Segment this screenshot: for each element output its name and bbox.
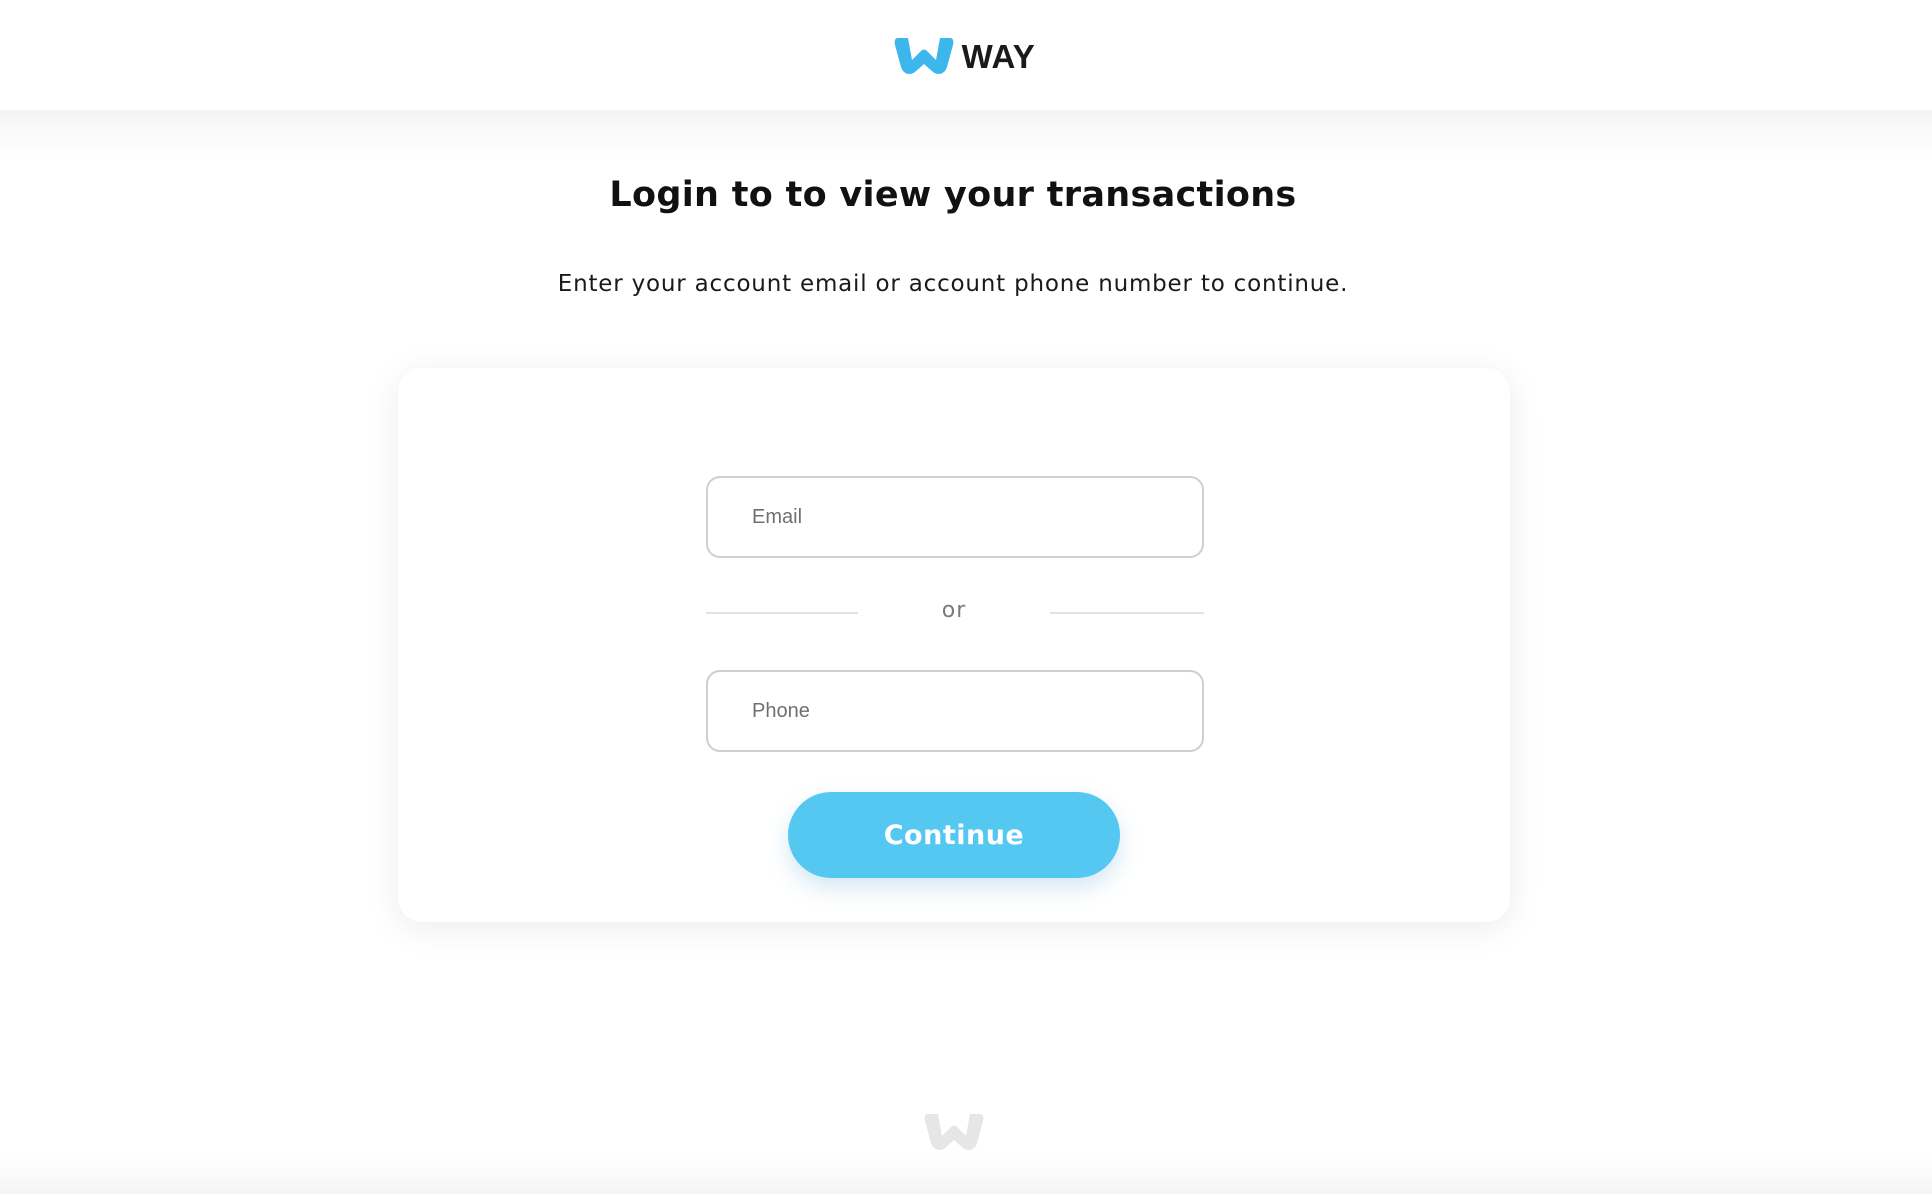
footer-fade <box>0 1150 1932 1194</box>
way-logo-icon <box>894 38 954 75</box>
continue-button[interactable]: Continue <box>788 792 1120 878</box>
page-title: Login to to view your transactions <box>609 175 1297 215</box>
header-shadow <box>0 110 1932 160</box>
top-header: WAY <box>0 0 1932 110</box>
divider-line-left <box>706 612 858 614</box>
divider-line-right <box>1050 612 1204 614</box>
page-subtitle: Enter your account email or account phon… <box>557 271 1349 297</box>
phone-input[interactable] <box>706 670 1204 752</box>
login-page: WAY Login to to view your transactions E… <box>0 0 1932 1194</box>
footer-way-logo-icon <box>924 1114 984 1151</box>
brand-name: WAY <box>961 38 1036 75</box>
login-card: or Continue <box>398 368 1510 922</box>
brand-link[interactable]: WAY <box>894 34 1036 76</box>
divider-or-label: or <box>941 598 967 623</box>
email-input[interactable] <box>706 476 1204 558</box>
